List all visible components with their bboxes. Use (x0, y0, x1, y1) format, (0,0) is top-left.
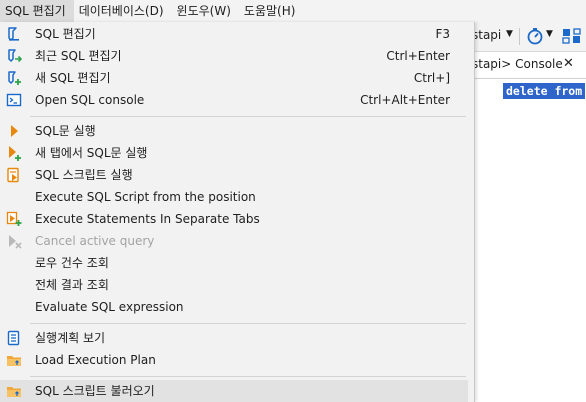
execution-plan-icon (7, 330, 20, 346)
connection-dropdown-icon[interactable]: ▼ (506, 29, 513, 39)
dashboard-dropdown-icon[interactable]: ▼ (546, 29, 553, 39)
menu-item-label: 최근 SQL 편집기 (35, 49, 122, 63)
menu-item-fetch-all-results[interactable]: 전체 결과 조회 (0, 274, 468, 296)
menu-item-label: Load Execution Plan (35, 353, 156, 367)
selected-code-text: delete from (503, 83, 586, 99)
menu-item-execute-in-new-tab[interactable]: 새 탭에서 SQL문 실행 (0, 142, 468, 164)
menu-item-label: Cancel active query (35, 234, 155, 248)
menu-help[interactable]: 도움말(H) (239, 0, 304, 22)
load-script-folder-icon (7, 387, 21, 397)
menu-item-label: SQL 스크립트 불러오기 (35, 384, 155, 398)
menu-item-recent-sql-editor[interactable]: 최근 SQL 편집기 Ctrl+Enter (0, 45, 468, 67)
load-plan-folder-icon (7, 356, 21, 366)
menu-item-shortcut: Ctrl+Enter (386, 49, 450, 63)
menu-bar: SQL 편집기 데이터베이스(D) 윈도우(W) 도움말(H) (0, 0, 586, 22)
toolbar-separator (519, 28, 520, 45)
menu-item-load-execution-plan[interactable]: Load Execution Plan (0, 349, 468, 371)
execute-separate-tabs-icon (6, 211, 22, 226)
menu-item-label: Execute Statements In Separate Tabs (35, 212, 260, 226)
menu-item-execute-sql[interactable]: SQL문 실행 (0, 120, 468, 142)
main-toolbar: stapi ▼ ▼ (470, 22, 586, 52)
menu-separator (30, 376, 466, 377)
menu-item-show-execution-plan[interactable]: 실행계획 보기 (0, 327, 468, 349)
sql-editor-area[interactable]: delete from (470, 79, 586, 402)
editor-tab-bar: stapi> Console ✕ (470, 52, 586, 79)
menu-item-execute-script[interactable]: SQL 스크립트 실행 (0, 164, 468, 186)
menu-item-label: Execute SQL Script from the position (35, 190, 256, 204)
execute-script-icon (7, 167, 19, 183)
menu-item-label: 새 탭에서 SQL문 실행 (35, 146, 148, 160)
console-icon (6, 93, 22, 107)
menu-separator (30, 116, 466, 117)
execute-new-tab-icon (9, 146, 21, 161)
menu-item-shortcut: F3 (435, 27, 450, 41)
menu-item-sql-editor[interactable]: SQL 편집기 F3 (0, 23, 468, 45)
menu-separator (30, 323, 466, 324)
menu-item-label: SQL문 실행 (35, 124, 96, 138)
editor-tab-label[interactable]: stapi> Console (472, 57, 563, 71)
menu-item-label: SQL 편집기 (35, 27, 96, 41)
menu-item-label: Evaluate SQL expression (35, 300, 184, 314)
sql-editor-menu: SQL 편집기 F3 최근 SQL 편집기 Ctrl+Enter 새 SQL 편… (0, 22, 475, 402)
menu-item-label: 새 SQL 편집기 (35, 71, 111, 85)
menu-item-label: 실행계획 보기 (35, 331, 106, 345)
menu-item-label: 전체 결과 조회 (35, 278, 109, 292)
menu-item-execute-separate-tabs[interactable]: Execute Statements In Separate Tabs (0, 208, 468, 230)
menu-item-execute-script-from-position[interactable]: Execute SQL Script from the position (0, 186, 468, 208)
menu-item-row-count[interactable]: 로우 건수 조회 (0, 252, 468, 274)
active-connection-label[interactable]: stapi (472, 28, 501, 42)
menu-item-label: Open SQL console (35, 93, 145, 107)
menu-item-cancel-active-query[interactable]: Cancel active query (0, 230, 468, 252)
menu-item-label: SQL 스크립트 실행 (35, 168, 133, 182)
menu-item-label: 로우 건수 조회 (35, 256, 109, 270)
recent-sql-editor-icon (8, 49, 22, 63)
menu-item-open-sql-console[interactable]: Open SQL console Ctrl+Alt+Enter (0, 89, 468, 111)
cancel-query-icon (9, 235, 22, 249)
execute-icon (11, 125, 18, 137)
dashboard-icon[interactable] (526, 27, 544, 45)
data-compare-icon[interactable] (562, 27, 582, 45)
new-sql-editor-icon (8, 71, 21, 85)
menu-window[interactable]: 윈도우(W) (172, 0, 239, 22)
menu-item-evaluate-sql-expression[interactable]: Evaluate SQL expression (0, 296, 468, 318)
menu-database[interactable]: 데이터베이스(D) (74, 0, 172, 22)
menu-item-new-sql-editor[interactable]: 새 SQL 편집기 Ctrl+] (0, 67, 468, 89)
menu-sql-editor[interactable]: SQL 편집기 (0, 0, 74, 22)
menu-item-load-sql-script[interactable]: SQL 스크립트 불러오기 (0, 380, 468, 402)
sql-editor-icon (8, 27, 19, 41)
menu-item-shortcut: Ctrl+] (413, 71, 450, 85)
close-tab-icon[interactable]: ✕ (563, 56, 574, 71)
menu-item-shortcut: Ctrl+Alt+Enter (360, 93, 450, 107)
